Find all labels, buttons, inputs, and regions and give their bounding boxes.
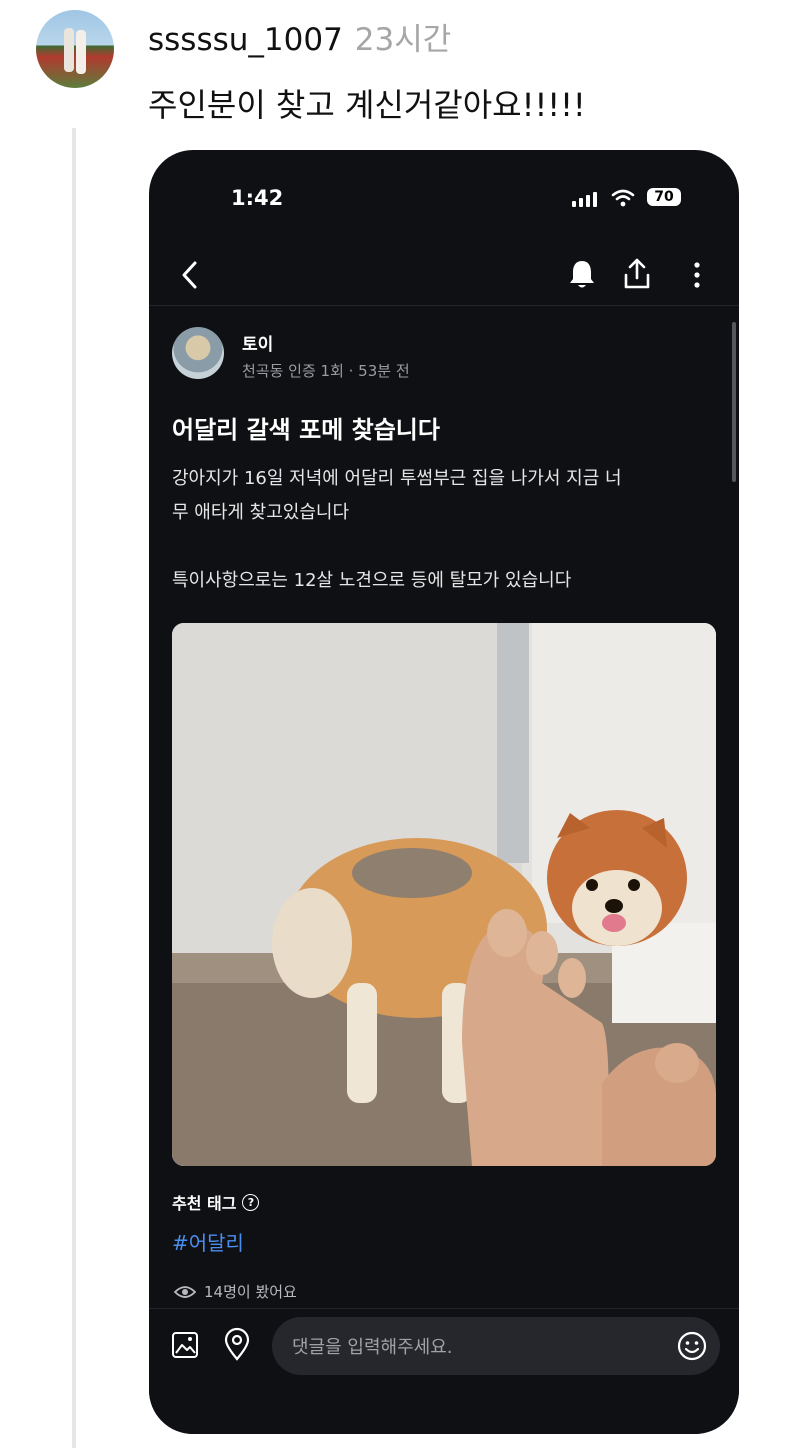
view-count: 14명이 봤어요 xyxy=(174,1281,297,1302)
author-avatar[interactable] xyxy=(172,327,224,379)
image-icon[interactable] xyxy=(171,1331,199,1359)
avatar-person xyxy=(76,30,86,74)
author-name[interactable]: 토이 xyxy=(242,330,273,355)
view-count-text: 14명이 봤어요 xyxy=(204,1283,297,1301)
location-pin-icon[interactable] xyxy=(223,1327,251,1361)
top-nav xyxy=(149,245,739,306)
body-line: 강아지가 16일 저녁에 어달리 투썸부근 집을 나가서 지금 너 xyxy=(172,468,622,489)
bell-icon[interactable] xyxy=(567,257,597,293)
reply-time: 23시간 xyxy=(354,22,452,58)
body-line: 특이사항으로는 12살 노견으로 등에 탈모가 있습니다 xyxy=(172,570,572,591)
emoji-icon[interactable] xyxy=(676,1330,708,1362)
body-line: 무 애타게 찾고있습니다 xyxy=(172,502,350,523)
post-title: 어달리 갈색 포메 찾습니다 xyxy=(172,416,440,444)
post-body: 강아지가 16일 저녁에 어달리 투썸부근 집을 나가서 지금 너 무 애타게 … xyxy=(172,462,716,598)
status-time: 1:42 xyxy=(231,186,284,210)
username[interactable]: sssssu_1007 xyxy=(148,22,343,58)
reply-text: 주인분이 찾고 계신거같아요!!!!! xyxy=(148,86,586,124)
comment-bar xyxy=(149,1308,739,1434)
battery-icon: 70 xyxy=(647,188,681,206)
share-icon[interactable] xyxy=(622,255,652,293)
tag-label-text: 추천 태그 xyxy=(172,1194,237,1213)
comment-input[interactable] xyxy=(290,1317,654,1377)
chevron-left-icon[interactable] xyxy=(177,257,205,293)
more-vertical-icon[interactable] xyxy=(692,257,702,293)
embedded-screenshot: 1:42 70 토이 천곡동 인증 1회 · 53분 전 어달리 갈색 포메 찾… xyxy=(149,150,739,1434)
status-bar: 1:42 70 xyxy=(149,150,739,240)
wifi-icon xyxy=(611,189,635,207)
thread-line xyxy=(72,128,76,1448)
dog-photo[interactable] xyxy=(172,623,716,1166)
recommended-tag-label: 추천 태그 ? xyxy=(172,1190,260,1214)
reply-header: sssssu_1007 23시간 xyxy=(148,14,451,59)
help-icon[interactable]: ? xyxy=(242,1193,260,1211)
user-avatar[interactable] xyxy=(36,10,114,88)
eye-icon xyxy=(174,1285,196,1298)
hashtag-link[interactable]: #어달리 xyxy=(172,1227,244,1256)
comment-box[interactable] xyxy=(272,1317,720,1377)
signal-icon xyxy=(572,192,597,207)
author-meta: 천곡동 인증 1회 · 53분 전 xyxy=(242,362,410,380)
scrollbar[interactable] xyxy=(732,322,736,482)
avatar-person xyxy=(64,28,74,72)
dog-photo-illustration xyxy=(172,623,716,1166)
